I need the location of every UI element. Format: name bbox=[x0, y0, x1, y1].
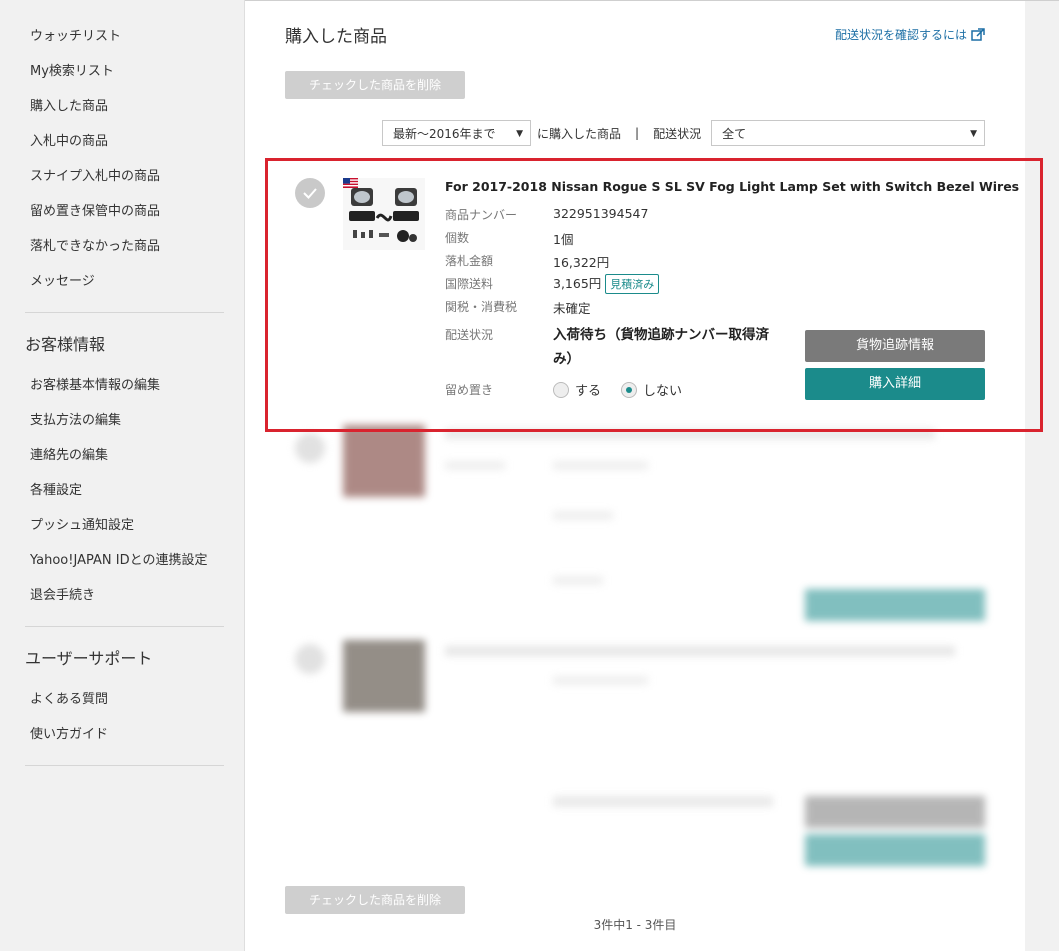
item-checkbox[interactable] bbox=[295, 178, 325, 208]
sidebar-item-withdraw[interactable]: 退会手続き bbox=[30, 584, 95, 603]
sidebar-divider bbox=[25, 626, 224, 627]
item-thumbnail[interactable] bbox=[343, 425, 425, 497]
sidebar-section-support: ユーザーサポート bbox=[25, 649, 153, 668]
obscured-value bbox=[553, 676, 648, 685]
sidebar-item-yahoo-link[interactable]: Yahoo!JAPAN IDとの連携設定 bbox=[30, 549, 207, 568]
estimate-badge: 見積済み bbox=[605, 274, 660, 294]
item-checkbox[interactable] bbox=[295, 433, 325, 463]
hold-option-yes-label: する bbox=[575, 384, 602, 399]
item-number-value: 322951394547 bbox=[553, 206, 649, 221]
hold-radio-group: する しない bbox=[553, 380, 682, 399]
checkmark-icon bbox=[303, 188, 317, 199]
item-thumbnail[interactable] bbox=[343, 178, 425, 250]
sidebar-item-settings[interactable]: 各種設定 bbox=[30, 479, 82, 498]
tracking-info-button[interactable]: 貨物追跡情報 bbox=[805, 330, 985, 362]
external-link-icon bbox=[971, 27, 985, 41]
obscured-value bbox=[553, 511, 613, 520]
purchase-item: For 2017-2018 Nissan Rogue S SL SV Fog L… bbox=[245, 163, 1025, 413]
obscured-value bbox=[553, 576, 603, 585]
hold-label: 留め置き bbox=[445, 383, 494, 397]
shipping-value: 3,165円 bbox=[553, 276, 602, 291]
hold-radio-no[interactable] bbox=[621, 381, 638, 398]
price-label: 落札金額 bbox=[445, 254, 494, 268]
item-thumbnail[interactable] bbox=[343, 640, 425, 712]
sidebar-item-contact[interactable]: 連絡先の編集 bbox=[30, 444, 108, 463]
delete-checked-button-top[interactable]: チェックした商品を削除 bbox=[285, 71, 465, 99]
sidebar-item-profile[interactable]: お客様基本情報の編集 bbox=[30, 374, 160, 393]
item-number-label: 商品ナンバー bbox=[445, 208, 518, 222]
sidebar-item-storage[interactable]: 留め置き保管中の商品 bbox=[30, 200, 160, 219]
delete-checked-button-bottom[interactable]: チェックした商品を削除 bbox=[285, 886, 465, 914]
tax-value: 未確定 bbox=[553, 301, 591, 316]
item-checkbox[interactable] bbox=[295, 644, 325, 674]
obscured-label bbox=[445, 461, 505, 470]
page-title: 購入した商品 bbox=[285, 27, 387, 47]
purchase-detail-button[interactable]: 購入詳細 bbox=[805, 368, 985, 400]
obscured-value bbox=[553, 461, 648, 470]
chevron-down-icon: ▼ bbox=[516, 129, 523, 139]
sidebar-item-lost[interactable]: 落札できなかった商品 bbox=[30, 235, 160, 254]
status-select-value: 全て bbox=[722, 127, 747, 141]
pagination-info: 3件中1 - 3件目 bbox=[593, 918, 677, 932]
obscured-detail-button[interactable] bbox=[805, 589, 985, 621]
fog-light-kit-image bbox=[343, 178, 425, 250]
sidebar-divider bbox=[25, 312, 224, 313]
hold-radio-yes[interactable] bbox=[553, 381, 569, 398]
sidebar-item-purchased[interactable]: 購入した商品 bbox=[30, 95, 108, 114]
us-flag-icon bbox=[343, 178, 358, 188]
sidebar-item-guide[interactable]: 使い方ガイド bbox=[30, 723, 108, 742]
sidebar-item-faq[interactable]: よくある質問 bbox=[30, 688, 108, 707]
shipping-label: 国際送料 bbox=[445, 277, 494, 291]
sidebar-item-watchlist[interactable]: ウォッチリスト bbox=[30, 25, 121, 44]
main-content: 購入した商品 配送状況を確認するには チェックした商品を削除 最新～2016年ま… bbox=[245, 1, 1025, 951]
delivery-status-value: 入荷待ち（貨物追跡ナンバー取得済み） bbox=[553, 327, 769, 367]
period-suffix: に購入した商品 bbox=[537, 126, 622, 141]
price-value: 16,322円 bbox=[553, 255, 610, 270]
tax-label: 関税・消費税 bbox=[445, 300, 518, 314]
delivery-status-label: 配送状況 bbox=[445, 328, 494, 342]
obscured-title bbox=[445, 429, 935, 439]
item-title[interactable]: For 2017-2018 Nissan Rogue S SL SV Fog L… bbox=[445, 179, 1019, 194]
sidebar-item-snipe[interactable]: スナイプ入札中の商品 bbox=[30, 165, 160, 184]
filter-separator: | bbox=[635, 126, 640, 140]
sidebar-section-customer: お客様情報 bbox=[25, 335, 106, 354]
purchase-item-obscured bbox=[245, 636, 1025, 886]
obscured-title bbox=[445, 646, 955, 656]
sidebar-item-payment[interactable]: 支払方法の編集 bbox=[30, 409, 121, 428]
help-link-label: 配送状況を確認するには bbox=[834, 28, 967, 42]
shipping-value-row: 3,165円 見積済み bbox=[553, 273, 660, 294]
period-select[interactable]: 最新～2016年まで ▼ bbox=[382, 120, 531, 146]
sidebar-item-messages[interactable]: メッセージ bbox=[30, 270, 95, 289]
obscured-detail-button[interactable] bbox=[805, 834, 985, 866]
obscured-tracking-button[interactable] bbox=[805, 796, 985, 828]
quantity-label: 個数 bbox=[445, 231, 470, 245]
chevron-down-icon: ▼ bbox=[970, 129, 978, 139]
obscured-status bbox=[553, 796, 773, 807]
purchase-item-obscured bbox=[245, 421, 1025, 671]
quantity-value: 1個 bbox=[553, 232, 574, 247]
sidebar-item-bidding[interactable]: 入札中の商品 bbox=[30, 130, 108, 149]
period-select-value: 最新～2016年まで bbox=[393, 127, 496, 141]
sidebar: ウォッチリスト My検索リスト 購入した商品 入札中の商品 スナイプ入札中の商品… bbox=[0, 0, 245, 951]
sidebar-divider bbox=[25, 765, 224, 766]
filter-row: 最新～2016年まで ▼ に購入した商品 | 配送状況 全て ▼ bbox=[382, 119, 986, 147]
sidebar-item-push[interactable]: プッシュ通知設定 bbox=[30, 514, 134, 533]
status-select[interactable]: 全て ▼ bbox=[711, 120, 986, 146]
shipping-help-link[interactable]: 配送状況を確認するには bbox=[835, 26, 985, 43]
status-filter-label: 配送状況 bbox=[653, 126, 702, 141]
hold-option-no-label: しない bbox=[643, 384, 683, 399]
sidebar-item-my-search[interactable]: My検索リスト bbox=[30, 60, 114, 79]
